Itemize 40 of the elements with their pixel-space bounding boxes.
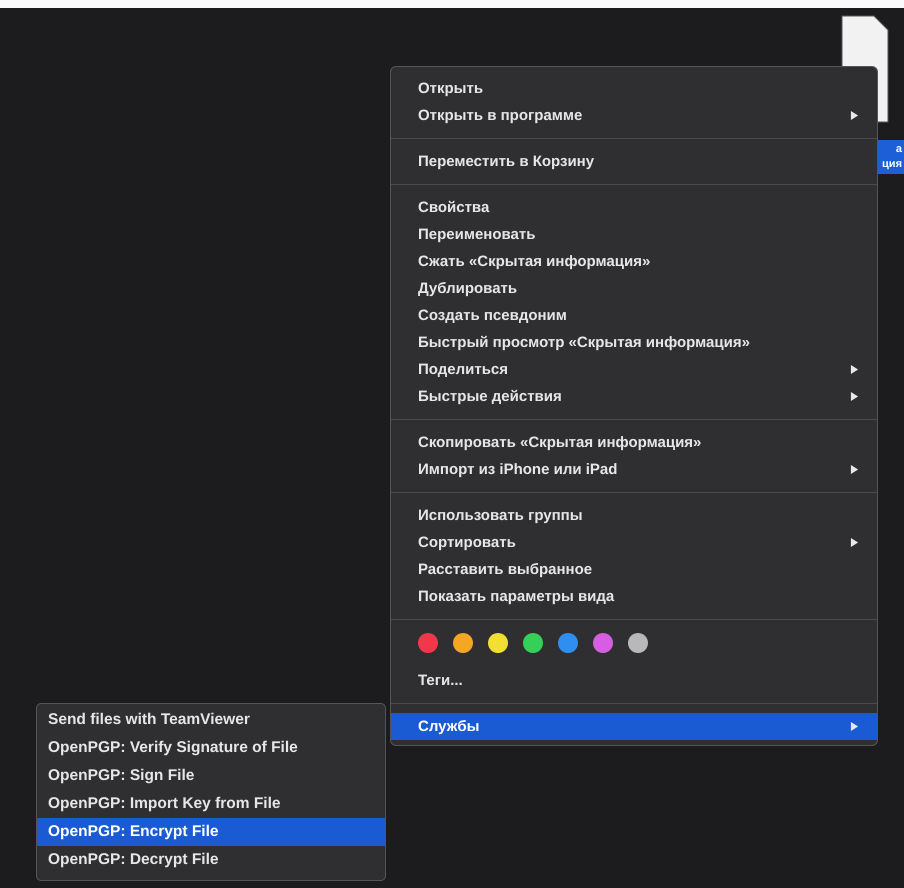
menu-item[interactable]: Теги...: [391, 667, 877, 694]
menu-item[interactable]: Показать параметры вида: [391, 583, 877, 610]
menu-item[interactable]: Импорт из iPhone или iPad: [391, 456, 877, 483]
submenu-arrow-icon: [850, 464, 859, 475]
tag-color-dot[interactable]: [523, 633, 543, 653]
menu-item[interactable]: Дублировать: [391, 275, 877, 302]
tag-color-dot[interactable]: [593, 633, 613, 653]
menu-item[interactable]: OpenPGP: Encrypt File: [37, 818, 385, 846]
menu-item[interactable]: Быстрые действия: [391, 383, 877, 410]
menu-item[interactable]: Использовать группы: [391, 502, 877, 529]
menu-item[interactable]: Открыть: [391, 75, 877, 102]
menu-item[interactable]: Быстрый просмотр «Скрытая информация»: [391, 329, 877, 356]
menu-item[interactable]: Создать псевдоним: [391, 302, 877, 329]
submenu-arrow-icon: [850, 391, 859, 402]
menu-item[interactable]: Поделиться: [391, 356, 877, 383]
menu-item[interactable]: Свойства: [391, 194, 877, 221]
menu-item[interactable]: OpenPGP: Import Key from File: [37, 790, 385, 818]
submenu-arrow-icon: [850, 721, 859, 732]
tag-color-dot[interactable]: [488, 633, 508, 653]
menu-item[interactable]: Переименовать: [391, 221, 877, 248]
menu-item[interactable]: Сжать «Скрытая информация»: [391, 248, 877, 275]
menu-item[interactable]: Send files with TeamViewer: [37, 706, 385, 734]
menu-item[interactable]: OpenPGP: Sign File: [37, 762, 385, 790]
menu-item[interactable]: Расставить выбранное: [391, 556, 877, 583]
tag-color-dot[interactable]: [558, 633, 578, 653]
menu-item[interactable]: OpenPGP: Verify Signature of File: [37, 734, 385, 762]
submenu-arrow-icon: [850, 537, 859, 548]
menu-item[interactable]: Открыть в программе: [391, 102, 877, 129]
menu-item[interactable]: Переместить в Корзину: [391, 148, 877, 175]
submenu-arrow-icon: [850, 364, 859, 375]
tag-color-dot[interactable]: [453, 633, 473, 653]
menu-item[interactable]: Сортировать: [391, 529, 877, 556]
menu-item[interactable]: Скопировать «Скрытая информация»: [391, 429, 877, 456]
tag-color-dot[interactable]: [628, 633, 648, 653]
menu-item[interactable]: OpenPGP: Decrypt File: [37, 846, 385, 874]
tag-color-dot[interactable]: [418, 633, 438, 653]
menu-item[interactable]: Службы: [391, 713, 877, 740]
file-name-label: а: [896, 142, 902, 157]
submenu-arrow-icon: [850, 110, 859, 121]
file-name-label: ция: [882, 157, 902, 172]
